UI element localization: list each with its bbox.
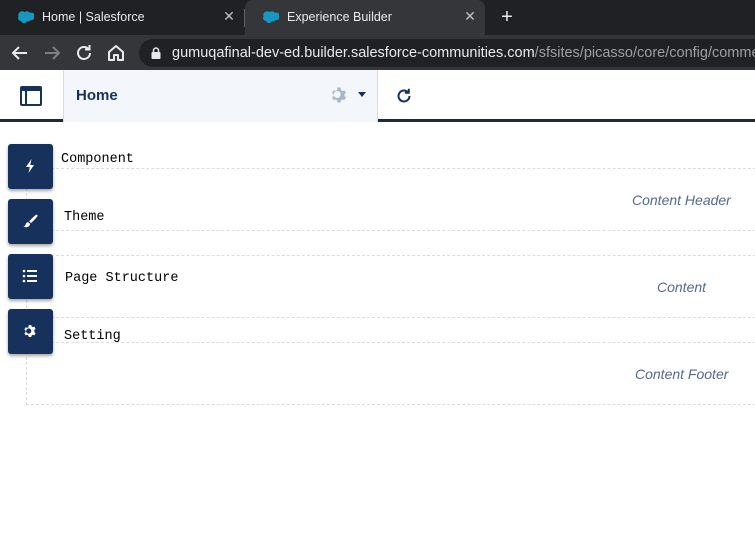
region-label: Content [657, 279, 707, 295]
browser-tab-experience-builder[interactable]: Experience Builder ✕ [245, 0, 485, 35]
region-label: Content Footer [635, 366, 729, 382]
builder-header: Home [0, 70, 755, 122]
url-text: gumuqafinal-dev-ed.builder.salesforce-co… [172, 45, 755, 61]
page-structure-button[interactable] [8, 254, 53, 299]
rail-label-theme: Theme [64, 210, 105, 225]
url-host: gumuqafinal-dev-ed.builder.salesforce-co… [172, 45, 535, 61]
lightning-bolt-icon [26, 159, 34, 173]
content-region[interactable]: Content [26, 255, 755, 318]
lock-icon [151, 47, 161, 59]
theme-button[interactable] [8, 199, 53, 244]
browser-toolbar: gumuqafinal-dev-ed.builder.salesforce-co… [0, 35, 755, 70]
rail-label-component: Component [61, 152, 134, 167]
region-label: Content Header [632, 192, 731, 208]
paintbrush-icon [23, 214, 38, 228]
gear-icon [24, 325, 36, 337]
page-menu-button[interactable]: Home [64, 70, 378, 122]
refresh-icon[interactable] [394, 86, 414, 106]
url-path: /sfsites/picasso/core/config/commed [534, 45, 755, 61]
content-footer-region[interactable]: Content Footer [26, 342, 755, 405]
salesforce-cloud-icon [18, 11, 34, 23]
browser-tab-home[interactable]: Home | Salesforce ✕ [0, 0, 244, 35]
close-tab-icon[interactable]: ✕ [222, 9, 236, 23]
back-arrow-icon[interactable] [9, 42, 31, 64]
browser-tab-title: Experience Builder [287, 10, 392, 24]
forward-arrow-icon[interactable] [41, 42, 63, 64]
page-name: Home [76, 87, 118, 104]
components-button[interactable] [8, 144, 53, 189]
list-icon [22, 269, 37, 283]
page-settings-gear-icon[interactable] [329, 85, 349, 105]
home-icon[interactable] [105, 42, 127, 64]
new-tab-icon[interactable]: + [496, 7, 518, 29]
reload-icon[interactable] [73, 42, 95, 64]
page-canvas: Content Header Content Content Footer Co… [0, 125, 755, 541]
rail-label-page-structure: Page Structure [65, 271, 179, 286]
panel-toggle-button[interactable] [0, 70, 64, 122]
address-bar[interactable]: gumuqafinal-dev-ed.builder.salesforce-co… [139, 39, 755, 67]
layout-panel-icon [20, 86, 42, 106]
browser-tab-title: Home | Salesforce [42, 10, 145, 24]
browser-tab-strip: Home | Salesforce ✕ Experience Builder ✕… [0, 0, 755, 35]
close-tab-icon[interactable]: ✕ [463, 9, 477, 23]
settings-button[interactable] [8, 309, 53, 354]
salesforce-cloud-icon [263, 11, 279, 23]
content-header-region[interactable]: Content Header [26, 168, 755, 231]
chevron-down-icon[interactable] [358, 92, 366, 98]
rail-label-setting: Setting [64, 329, 121, 344]
